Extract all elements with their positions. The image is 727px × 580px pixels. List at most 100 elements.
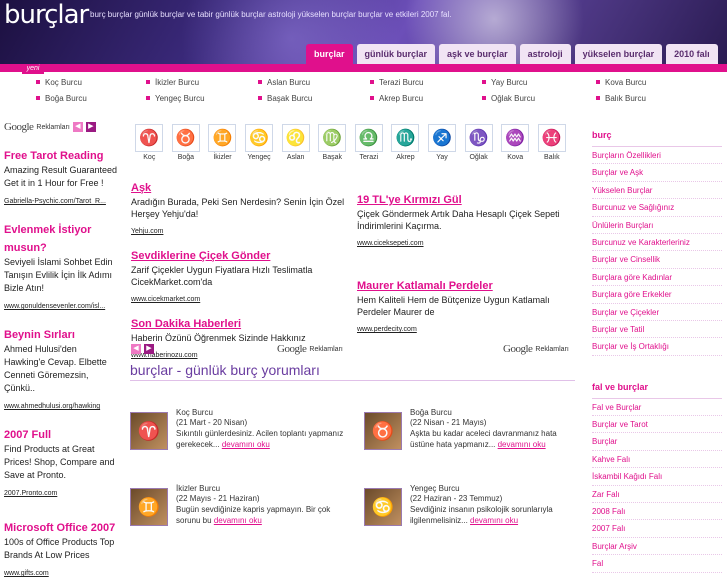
sidebar-link[interactable]: Kahve Falı [592,451,722,469]
zodiac-item[interactable]: ♓ Balık [534,124,571,170]
tab-2[interactable]: aşk ve burçlar [439,44,516,64]
sidebar-link[interactable]: 2008 Falı [592,503,722,521]
sidebar-link[interactable]: 2007 Falı [592,520,722,538]
sign-nav-link[interactable]: Yengeç Burcu [146,94,205,103]
horoscope-image[interactable]: ♊ [130,488,168,526]
tab-1[interactable]: günlük burçlar [356,44,436,64]
zodiac-item[interactable]: ♊ İkizler [204,124,241,170]
sidebar-link[interactable]: Burçlar ve Cinsellik [592,251,722,269]
mid-ad-title-link[interactable]: Son Dakika Haberleri [131,318,241,330]
ad-url-link[interactable]: www.ahmedhulusi.org/hawking [4,403,100,410]
zodiac-item[interactable]: ♈ Koç [131,124,168,170]
ad-url-link[interactable]: 2007.Pronto.com [4,490,57,497]
sidebar-link[interactable]: Burçlar ve Tatil [592,321,722,339]
zodiac-5-icon[interactable]: ♍ [318,124,347,152]
zodiac-item[interactable]: ♏ Akrep [387,124,424,170]
read-more-link[interactable]: devamını oku [222,440,270,449]
sidebar-link[interactable]: Fal ve Burçlar [592,399,722,417]
horoscope-name-link[interactable]: Koç Burcu [176,408,213,417]
tab-0[interactable]: burçlar [306,44,353,64]
zodiac-item[interactable]: ♋ Yengeç [241,124,278,170]
sidebar-link[interactable]: Zar Falı [592,486,722,504]
mid-ad-url-link[interactable]: www.perdecity.com [357,326,417,333]
horoscope-image[interactable]: ♉ [364,412,402,450]
sign-nav-link[interactable]: İkizler Burcu [146,78,199,87]
read-more-link[interactable]: devamını oku [214,516,262,525]
zodiac-item[interactable]: ♌ Aslan [277,124,314,170]
tab-5[interactable]: 2010 falı [666,44,718,64]
ad-url-link[interactable]: Gabriella-Psychic.com/Tarot_R... [4,198,106,205]
ad-url-link[interactable]: www.gonuldensevenler.com/isl... [4,303,105,310]
zodiac-item[interactable]: ♑ Oğlak [460,124,497,170]
next-arrow-icon[interactable]: ▶ [85,122,96,132]
sidebar-link[interactable]: Burçlar ve Tarot [592,416,722,434]
zodiac-3-icon[interactable]: ♋ [245,124,274,152]
sidebar-link[interactable]: Burcunuz ve Sağlığınız [592,199,722,217]
sidebar-link[interactable]: Burçlar Arşiv [592,538,722,556]
sign-nav-link[interactable]: Kova Burcu [596,78,646,87]
mid-ad-url-link[interactable]: www.cicekmarket.com [131,296,200,303]
horoscope-name-link[interactable]: Yengeç Burcu [410,484,460,493]
zodiac-9-icon[interactable]: ♑ [464,124,493,152]
zodiac-2-icon[interactable]: ♊ [208,124,237,152]
zodiac-item[interactable]: ♎ Terazi [351,124,388,170]
horoscope-image[interactable]: ♈ [130,412,168,450]
sign-nav-link[interactable]: Oğlak Burcu [482,94,535,103]
zodiac-1-icon[interactable]: ♉ [171,124,200,152]
sidebar-link[interactable]: Burçlara göre Kadınlar [592,269,722,287]
sidebar-link[interactable]: Burçlara göre Erkekler [592,286,722,304]
zodiac-4-icon[interactable]: ♌ [281,124,310,152]
zodiac-item[interactable]: ♒ Kova [497,124,534,170]
zodiac-item[interactable]: ♉ Boğa [168,124,205,170]
ad-title-link[interactable]: Microsoft Office 2007 [4,522,115,534]
mid-ad-title-link[interactable]: 19 TL'ye Kırmızı Gül [357,194,462,206]
zodiac-6-icon[interactable]: ♎ [354,124,383,152]
sign-nav-link[interactable]: Terazi Burcu [370,78,423,87]
zodiac-0-icon[interactable]: ♈ [135,124,164,152]
sign-nav-link[interactable]: Aslan Burcu [258,78,310,87]
mid-ad-url-link[interactable]: Yehju.com [131,228,163,235]
ad-title-link[interactable]: 2007 Full [4,429,51,441]
sidebar-link[interactable]: Fal [592,555,722,573]
ad-title-link[interactable]: Free Tarot Reading [4,150,103,162]
zodiac-11-icon[interactable]: ♓ [537,124,566,152]
sidebar-link[interactable]: Burçlar ve İş Ortaklığı [592,338,722,356]
zodiac-8-icon[interactable]: ♐ [428,124,457,152]
mid-ad-title-link[interactable]: Aşk [131,182,151,194]
mid-ad-title-link[interactable]: Sevdiklerine Çiçek Gönder [131,250,270,262]
read-more-link[interactable]: devamını oku [470,516,518,525]
tab-4[interactable]: yükselen burçlar [574,44,663,64]
sidebar-link[interactable]: Burçlar [592,433,722,451]
horoscope-name-link[interactable]: Boğa Burcu [410,408,452,417]
ad-title-link[interactable]: Evlenmek İstiyor musun? [4,224,91,254]
sidebar-link[interactable]: Ünlülerin Burçları [592,217,722,234]
horoscope-name-link[interactable]: İkizler Burcu [176,484,220,493]
sidebar-link[interactable]: Burcunuz ve Karakterleriniz [592,234,722,252]
mid-ad-url-link[interactable]: www.ciceksepeti.com [357,240,424,247]
zodiac-item[interactable]: ♐ Yay [424,124,461,170]
ad-url-link[interactable]: www.gifts.com [4,570,49,577]
zodiac-7-icon[interactable]: ♏ [391,124,420,152]
sidebar-link[interactable]: Burçlar ve Aşk [592,164,722,182]
horoscope-image[interactable]: ♋ [364,488,402,526]
sign-nav-link[interactable]: Akrep Burcu [370,94,423,103]
read-more-link[interactable]: devamını oku [498,440,546,449]
site-logo[interactable]: burçlar [4,0,89,30]
prev-arrow-icon[interactable]: ◀ [72,122,83,132]
prev-arrow-icon[interactable]: ◀ [131,344,141,354]
sidebar-link[interactable]: Yükselen Burçlar [592,182,722,200]
tab-3[interactable]: astroloji [519,44,571,64]
sign-nav-link[interactable]: Koç Burcu [36,78,82,87]
sidebar-link[interactable]: İskambil Kağıdı Falı [592,468,722,486]
mid-ad-title-link[interactable]: Maurer Katlamalı Perdeler [357,280,493,292]
next-arrow-icon[interactable]: ▶ [144,344,154,354]
sidebar-link[interactable]: Burçların Özellikleri [592,147,722,165]
zodiac-10-icon[interactable]: ♒ [501,124,530,152]
zodiac-item[interactable]: ♍ Başak [314,124,351,170]
sign-nav-link[interactable]: Balık Burcu [596,94,646,103]
sign-nav-link[interactable]: Başak Burcu [258,94,312,103]
sign-nav-link[interactable]: Boğa Burcu [36,94,87,103]
sidebar-link[interactable]: Burçlar ve Çiçekler [592,304,722,321]
sign-nav-link[interactable]: Yay Burcu [482,78,527,87]
ad-title-link[interactable]: Beynin Sırları [4,329,75,341]
